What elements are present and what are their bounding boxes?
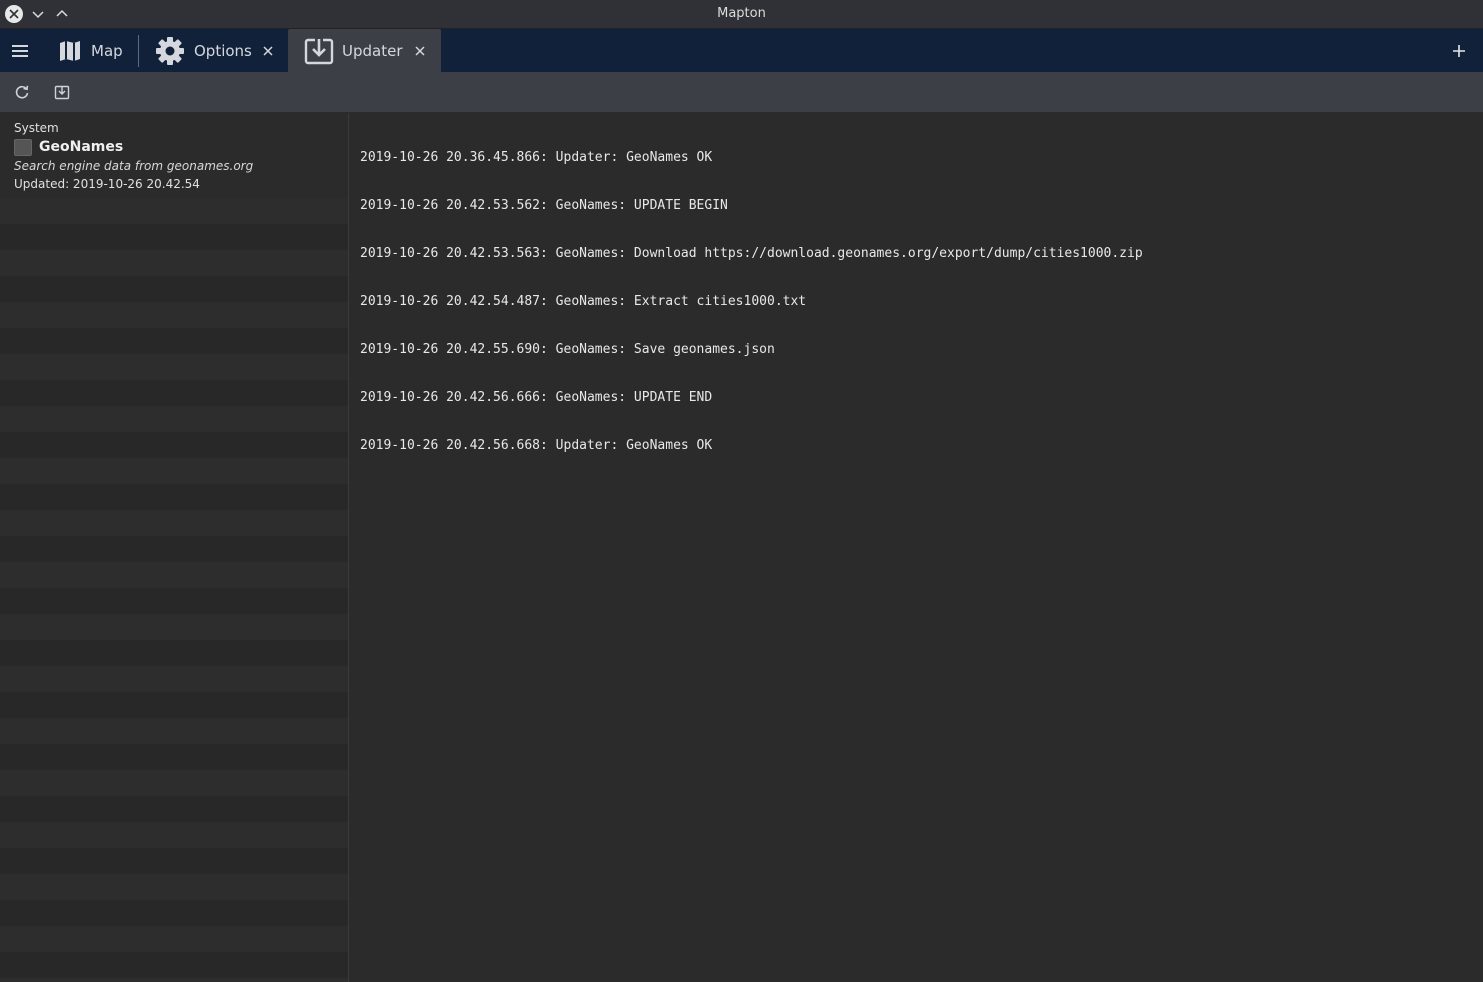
window-title: Mapton bbox=[717, 6, 766, 21]
tab-map[interactable]: Map bbox=[57, 29, 137, 72]
item-checkbox[interactable] bbox=[14, 139, 32, 156]
item-description: Search engine data from geonames.org bbox=[14, 159, 254, 173]
log-line: 2019-10-26 20.42.53.563: GeoNames: Downl… bbox=[360, 246, 1143, 261]
tab-label: Updater bbox=[342, 41, 403, 60]
add-tab-button[interactable] bbox=[1451, 43, 1467, 59]
log-line: 2019-10-26 20.42.56.666: GeoNames: UPDAT… bbox=[360, 390, 713, 405]
download-icon bbox=[304, 36, 334, 64]
close-icon[interactable] bbox=[414, 45, 426, 57]
log-line: 2019-10-26 20.42.53.562: GeoNames: UPDAT… bbox=[360, 198, 728, 213]
log-line: 2019-10-26 20.42.54.487: GeoNames: Extra… bbox=[360, 294, 807, 309]
log-line: 2019-10-26 20.42.56.668: Updater: GeoNam… bbox=[360, 438, 713, 453]
updater-list: System GeoNames Search engine data from … bbox=[0, 113, 349, 982]
log-line: 2019-10-26 20.42.55.690: GeoNames: Save … bbox=[360, 342, 775, 357]
tab-updater[interactable]: Updater bbox=[288, 29, 441, 72]
list-item[interactable]: System GeoNames Search engine data from … bbox=[0, 113, 348, 198]
refresh-icon[interactable] bbox=[14, 84, 30, 100]
list-background bbox=[0, 198, 348, 982]
tab-options[interactable]: Options bbox=[152, 29, 284, 72]
tab-bar: Map Options Updater bbox=[0, 29, 1483, 72]
map-icon bbox=[60, 40, 80, 61]
title-bar: Mapton bbox=[0, 0, 1483, 29]
gear-icon bbox=[156, 36, 184, 65]
download-icon[interactable] bbox=[54, 84, 70, 100]
toolbar bbox=[0, 72, 1483, 112]
log-panel[interactable]: 2019-10-26 20.36.45.866: Updater: GeoNam… bbox=[350, 113, 1483, 982]
hamburger-menu-icon[interactable] bbox=[10, 42, 30, 60]
log-output: 2019-10-26 20.36.45.866: Updater: GeoNam… bbox=[360, 118, 1143, 486]
item-updated: Updated: 2019-10-26 20.42.54 bbox=[14, 177, 200, 191]
log-line: 2019-10-26 20.36.45.866: Updater: GeoNam… bbox=[360, 150, 713, 165]
tab-separator bbox=[138, 35, 139, 67]
tab-label: Map bbox=[91, 41, 123, 60]
tab-label: Options bbox=[194, 41, 252, 60]
item-title: GeoNames bbox=[39, 139, 124, 155]
close-icon[interactable] bbox=[262, 45, 274, 57]
item-category: System bbox=[14, 121, 59, 135]
